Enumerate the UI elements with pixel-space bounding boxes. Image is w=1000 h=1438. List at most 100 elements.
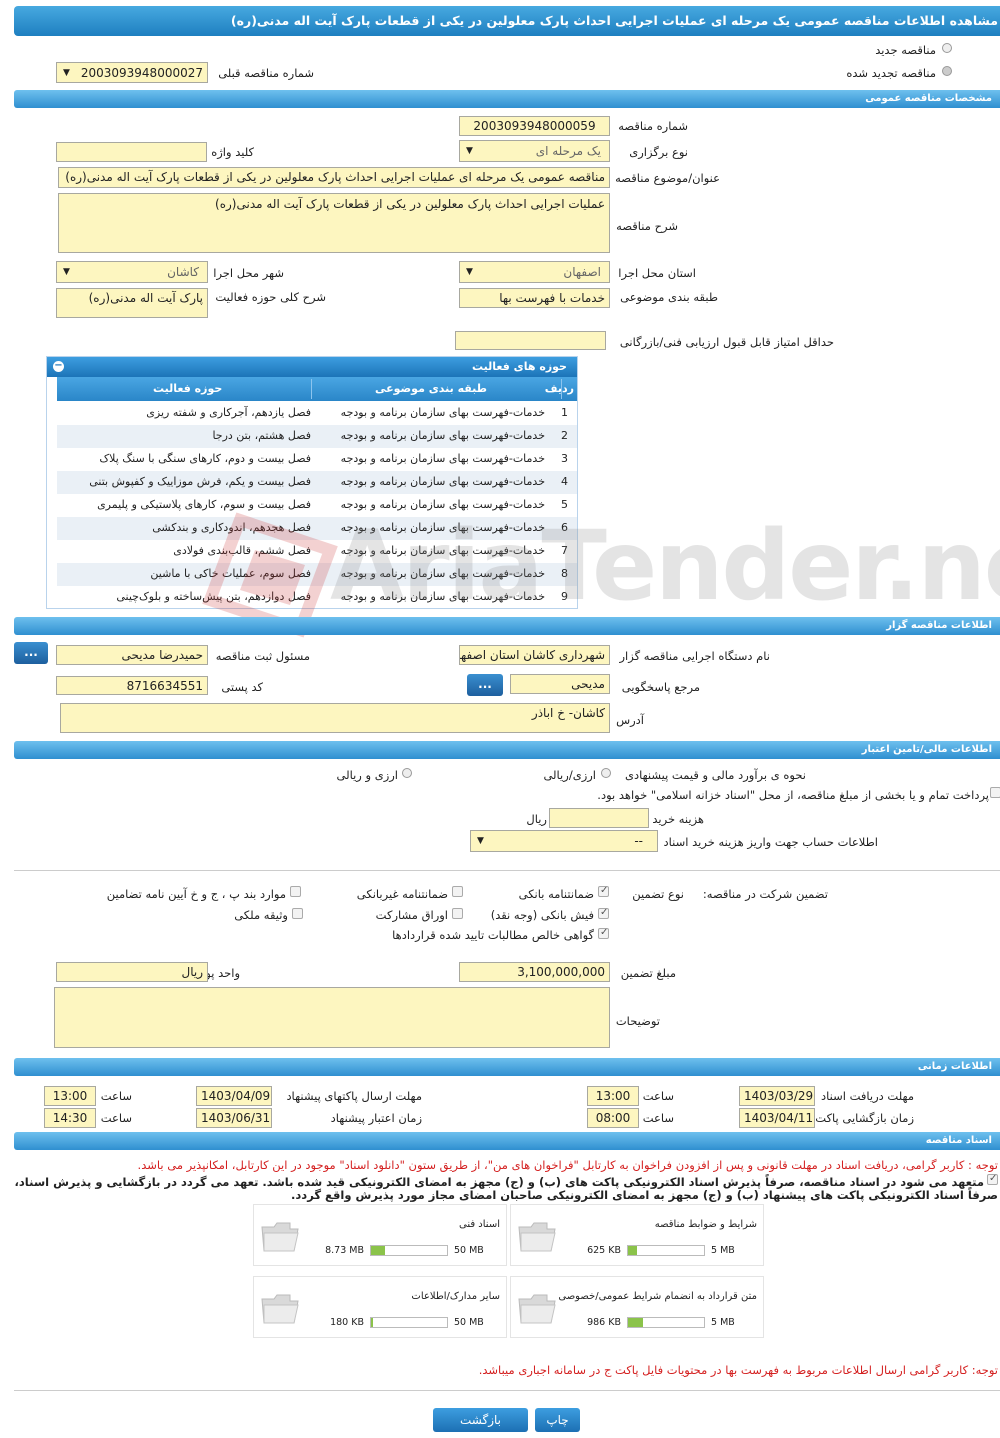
document-max-size: 50 MB <box>454 1317 484 1328</box>
property-label: وثیقه ملکی <box>234 908 288 922</box>
category-field: خدمات با فهرست بها <box>459 288 610 308</box>
estimate-label: نحوه ی برآورد مالی و قیمت پیشنهادی <box>624 768 806 782</box>
bank-guarantee-checkbox[interactable] <box>598 885 609 897</box>
watermark-text: AriaTender.neT <box>330 510 1000 622</box>
document-card[interactable]: اسناد فنی 50 MB 8.73 MB <box>253 1204 507 1266</box>
section-general-header: مشخصات مناقصه عمومی <box>14 90 1000 108</box>
document-size: 180 KB <box>330 1317 364 1328</box>
table-row: 4 خدمات-فهرست بهای سازمان برنامه و بودجه ف… <box>57 471 577 494</box>
address-label: آدرس <box>616 713 644 727</box>
clauses-checkbox[interactable] <box>290 886 301 897</box>
postal-field: 8716634551 <box>56 676 208 695</box>
document-card[interactable]: سایر مدارک/اطلاعات 50 MB 180 KB <box>253 1276 507 1338</box>
description-label: شرح مناقصه <box>616 219 678 233</box>
renewed-tender-label: مناقصه تجدید شده <box>846 66 936 80</box>
rial-fx-radio[interactable] <box>402 768 412 778</box>
bank-guarantee-label: ضمانتنامه بانکی <box>518 887 594 901</box>
scope-label: شرح کلی حوزه فعالیت <box>215 290 326 304</box>
section-finance-header: اطلاعات مالی/تامین اعتبار <box>14 741 1000 759</box>
amount-field: 3,100,000,000 <box>459 962 610 982</box>
send-date-field: 1403/04/09 <box>196 1086 272 1106</box>
holding-type-label: نوع برگزاری <box>629 145 688 159</box>
document-size: 8.73 MB <box>325 1245 364 1256</box>
page-title: مشاهده اطلاعات مناقصه عمومی یک مرحله ای … <box>14 6 1000 36</box>
new-tender-label: مناقصه جدید <box>875 43 936 57</box>
city-select[interactable]: کاشان ▼ <box>56 261 208 283</box>
org-field: شهرداری کاشان استان اصفهان <box>459 645 610 665</box>
cash-checkbox[interactable] <box>598 907 609 919</box>
row-scope: فصل بیست و یکم، فرش موزاییک و کفپوش بتنی <box>89 475 311 488</box>
document-title: اسناد فنی <box>459 1219 500 1230</box>
rial-label: ارزی/ریالی <box>543 768 596 782</box>
clauses-label: موارد بند پ ، ج و خ آیین نامه تضامین <box>106 887 286 901</box>
row-category: خدمات-فهرست بهای سازمان برنامه و بودجه <box>340 475 545 488</box>
guarantee-type-label: نوع تضمین <box>632 887 684 901</box>
notes-label: توضیحات <box>615 1014 660 1028</box>
commit-checkbox[interactable] <box>987 1173 998 1185</box>
category-label: طبقه بندی موضوعی <box>620 290 718 304</box>
table-row: 3 خدمات-فهرست بهای سازمان برنامه و بودجه ف… <box>57 448 577 471</box>
nonbank-guarantee-checkbox[interactable] <box>452 886 463 897</box>
table-row: 2 خدمات-فهرست بهای سازمان برنامه و بودجه ف… <box>57 425 577 448</box>
renewed-tender-radio[interactable] <box>942 66 952 76</box>
city-label: شهر محل اجرا <box>213 266 284 280</box>
row-number: 3 <box>561 452 568 465</box>
receivables-checkbox[interactable] <box>598 927 609 939</box>
row-number: 1 <box>561 406 568 419</box>
bonds-label: اوراق مشارکت <box>375 908 448 922</box>
document-card[interactable]: شرایط و ضوابط مناقصه 5 MB 625 KB <box>510 1204 764 1266</box>
account-select[interactable]: -- ▼ <box>470 830 658 852</box>
new-tender-radio[interactable] <box>942 43 952 53</box>
receive-time-label: ساعت <box>642 1089 674 1103</box>
col-scope: حوزه فعالیت <box>153 382 223 395</box>
send-time-field: 13:00 <box>44 1086 96 1106</box>
row-category: خدمات-فهرست بهای سازمان برنامه و بودجه <box>340 452 545 465</box>
document-card[interactable]: متن قرارداد به انضمام شرایط عمومی/خصوصی 5… <box>510 1276 764 1338</box>
document-max-size: 5 MB <box>711 1317 735 1328</box>
rial-radio[interactable] <box>601 768 611 778</box>
ref-field: مدیحی <box>510 674 610 694</box>
ref-lookup-button[interactable]: ... <box>467 674 503 696</box>
prev-number-select[interactable]: 2003093948000027 ▼ <box>56 62 208 83</box>
send-label: مهلت ارسال پاکتهای پیشنهاد <box>286 1089 422 1103</box>
document-title: شرایط و ضوابط مناقصه <box>654 1219 757 1230</box>
folder-icon <box>260 1219 300 1253</box>
receive-time-field: 13:00 <box>587 1086 639 1106</box>
open-time-field: 08:00 <box>587 1108 639 1128</box>
resp-lookup-button[interactable]: ... <box>14 642 48 664</box>
folder-icon <box>517 1219 557 1253</box>
guarantee-label: تضمین شرکت در مناقصه: <box>702 887 828 901</box>
address-field: کاشان- خ اباذر <box>60 703 610 733</box>
notes-field <box>54 987 610 1048</box>
treasury-checkbox[interactable] <box>990 787 1000 798</box>
row-category: خدمات-فهرست بهای سازمان برنامه و بودجه <box>340 429 545 442</box>
print-button[interactable]: چاپ <box>535 1408 580 1432</box>
min-score-label: حداقل امتیاز قابل قبول ارزیابی فنی/بازرگ… <box>619 335 834 349</box>
holding-type-select[interactable]: یک مرحله ای ▼ <box>459 140 610 162</box>
receivables-label: گواهی خالص مطالبات تایید شده قراردادها <box>392 928 594 942</box>
province-select[interactable]: اصفهان ▼ <box>459 261 610 283</box>
document-size-bar <box>627 1245 705 1256</box>
property-checkbox[interactable] <box>292 908 303 919</box>
doc-cost-field <box>549 808 649 828</box>
docs-note-download: توجه : کاربر گرامی، دریافت اسناد در مهلت… <box>137 1158 998 1172</box>
row-scope: فصل هشتم، بتن درجا <box>212 429 311 442</box>
document-max-size: 50 MB <box>454 1245 484 1256</box>
bonds-checkbox[interactable] <box>452 908 463 919</box>
keyword-field[interactable] <box>56 142 207 162</box>
back-button[interactable]: بازگشت <box>433 1408 528 1432</box>
col-category: طبقه بندی موضوعی <box>375 382 488 395</box>
footer-divider <box>14 1390 1000 1391</box>
document-size-bar <box>370 1317 448 1328</box>
chevron-down-icon: ▼ <box>466 267 473 277</box>
postal-label: کد پستی <box>221 680 263 694</box>
section-timing-header: اطلاعات زمانی <box>14 1058 1000 1076</box>
section-organizer-header: اطلاعات مناقصه گزار <box>14 617 1000 635</box>
folder-icon <box>260 1291 300 1325</box>
keyword-label: کلید واژه <box>211 145 254 159</box>
docs-note-price-list: توجه: کاربر گرامی ارسال اطلاعات مربوط به… <box>478 1363 998 1377</box>
subject-field: مناقصه عمومی یک مرحله ای عملیات اجرایی ا… <box>58 167 610 188</box>
row-number: 4 <box>561 475 568 488</box>
collapse-icon[interactable]: − <box>53 361 64 372</box>
send-time-label: ساعت <box>100 1089 132 1103</box>
